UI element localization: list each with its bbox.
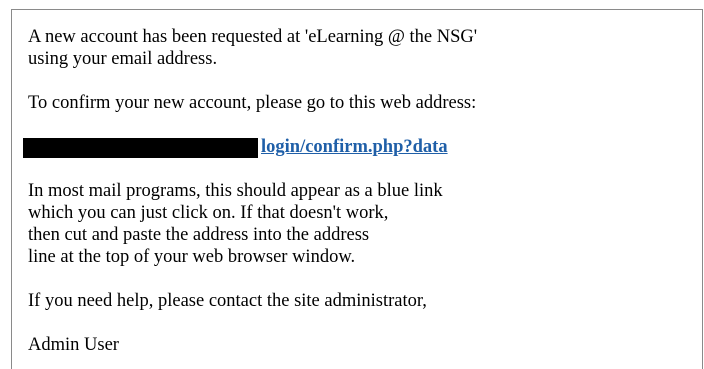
signature: Admin User xyxy=(28,335,119,355)
help-line-4: line at the top of your web browser wind… xyxy=(28,247,356,267)
intro-line-1: A new account has been requested at 'eLe… xyxy=(28,27,478,47)
help-line-1: In most mail programs, this should appea… xyxy=(28,181,443,201)
confirm-account-link[interactable]: login/confirm.php?data xyxy=(261,136,455,158)
intro-line-2: using your email address. xyxy=(28,49,218,69)
help-line-2: which you can just click on. If that doe… xyxy=(28,203,389,223)
help-line-3: then cut and paste the address into the … xyxy=(28,225,370,245)
confirm-instruction: To confirm your new account, please go t… xyxy=(28,93,477,113)
redacted-url-prefix xyxy=(23,138,258,158)
contact-line: If you need help, please contact the sit… xyxy=(28,291,427,311)
